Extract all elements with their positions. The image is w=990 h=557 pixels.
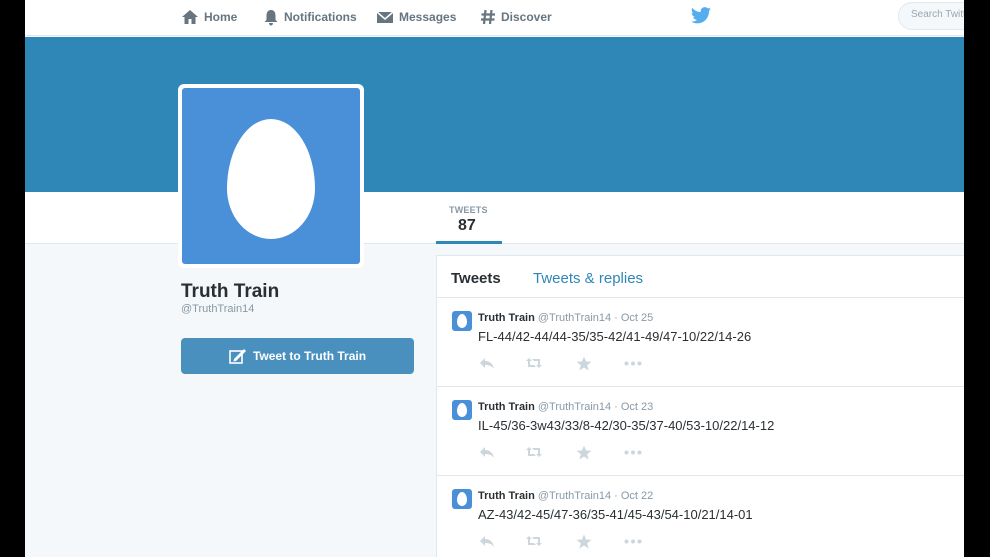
tweet-author-handle[interactable]: @TruthTrain14: [538, 490, 611, 502]
tweet-actions: [479, 534, 659, 550]
reply-icon[interactable]: [479, 356, 495, 370]
envelope-icon: [376, 11, 394, 23]
profile-avatar[interactable]: [178, 84, 364, 268]
retweet-icon[interactable]: [525, 356, 543, 370]
twitter-bird-logo[interactable]: [690, 6, 712, 31]
tweet-date[interactable]: Oct 23: [621, 401, 653, 413]
home-icon: [182, 10, 198, 24]
tweet-timeline: Tweets Tweets & replies Truth Train @Trut…: [436, 255, 964, 557]
tweet-avatar[interactable]: [452, 400, 472, 420]
tab-tweets-replies[interactable]: Tweets & replies: [533, 270, 643, 287]
twitter-profile-screen: Home Notifications Messages Discover Sea…: [25, 0, 964, 557]
tweet-author-name[interactable]: Truth Train: [478, 312, 535, 324]
egg-icon: [457, 492, 467, 506]
tweet-header: Truth Train @TruthTrain14 · Oct 25: [478, 312, 653, 324]
hashtag-icon: [481, 9, 495, 25]
tweet-actions: [479, 445, 659, 461]
bird-icon: [690, 7, 712, 24]
timeline-tabs: Tweets Tweets & replies: [437, 256, 964, 298]
nav-messages[interactable]: Messages: [376, 6, 456, 28]
tweet-separator: ·: [614, 312, 618, 324]
tweet-to-button[interactable]: Tweet to Truth Train: [181, 338, 414, 374]
nav-home[interactable]: Home: [181, 6, 237, 28]
nav-discover-label: Discover: [501, 10, 552, 24]
favorite-star-icon[interactable]: [576, 445, 592, 460]
retweet-icon[interactable]: [525, 445, 543, 459]
nav-notifications[interactable]: Notifications: [263, 6, 357, 28]
tweet-date[interactable]: Oct 22: [621, 490, 653, 502]
tweet-text: AZ-43/42-45/47-36/35-41/45-43/54-10/21/1…: [478, 507, 753, 522]
profile-name: Truth Train: [181, 281, 280, 302]
stat-tweets-value: 87: [458, 217, 476, 234]
more-icon[interactable]: [624, 539, 642, 544]
stat-tweets-label: TWEETS: [449, 205, 488, 215]
nav-notifications-label: Notifications: [284, 10, 357, 24]
search-input[interactable]: Search Twitter: [898, 2, 964, 30]
more-icon[interactable]: [624, 361, 642, 366]
nav-messages-label: Messages: [399, 10, 457, 24]
reply-icon[interactable]: [479, 534, 495, 548]
tweet-item[interactable]: Truth Train @TruthTrain14 · Oct 23 IL-45/36…: [437, 387, 964, 476]
reply-icon[interactable]: [479, 445, 495, 459]
tweet-date[interactable]: Oct 25: [621, 312, 653, 324]
tweet-separator: ·: [614, 490, 618, 502]
compose-icon: [229, 349, 246, 364]
nav-home-label: Home: [204, 10, 238, 24]
avatar-background: [182, 88, 360, 264]
tweet-text: FL-44/42-44/44-35/35-42/41-49/47-10/22/1…: [478, 329, 752, 344]
profile-banner: [25, 37, 964, 192]
favorite-star-icon[interactable]: [576, 356, 592, 371]
tab-tweets[interactable]: Tweets: [451, 270, 501, 287]
more-icon[interactable]: [624, 450, 642, 455]
tweet-avatar[interactable]: [452, 489, 472, 509]
tweet-actions: [479, 356, 659, 372]
tweet-author-handle[interactable]: @TruthTrain14: [538, 312, 611, 324]
tweet-to-label: Tweet to Truth Train: [252, 349, 367, 363]
tweet-text: IL-45/36-3w43/33/8-42/30-35/37-40/53-10/…: [478, 418, 775, 433]
nav-discover[interactable]: Discover: [480, 6, 552, 28]
tweet-item[interactable]: Truth Train @TruthTrain14 · Oct 25 FL-44/42…: [437, 298, 964, 387]
tweet-author-handle[interactable]: @TruthTrain14: [538, 401, 611, 413]
egg-avatar-icon: [227, 119, 315, 239]
tweet-header: Truth Train @TruthTrain14 · Oct 23: [478, 401, 653, 413]
favorite-star-icon[interactable]: [576, 534, 592, 549]
egg-icon: [457, 403, 467, 417]
tweet-item[interactable]: Truth Train @TruthTrain14 · Oct 22 AZ-43/42…: [437, 476, 964, 557]
egg-icon: [457, 314, 467, 328]
tweet-avatar[interactable]: [452, 311, 472, 331]
tweet-separator: ·: [614, 401, 618, 413]
bell-icon: [264, 9, 278, 25]
profile-stats-bar: TWEETS 87: [25, 192, 964, 244]
tweet-author-name[interactable]: Truth Train: [478, 401, 535, 413]
retweet-icon[interactable]: [525, 534, 543, 548]
tweet-header: Truth Train @TruthTrain14 · Oct 22: [478, 490, 653, 502]
profile-handle[interactable]: @TruthTrain14: [181, 303, 254, 315]
stat-tweets[interactable]: TWEETS 87: [436, 192, 502, 244]
top-nav: Home Notifications Messages Discover Sea…: [25, 0, 964, 36]
tweet-author-name[interactable]: Truth Train: [478, 490, 535, 502]
